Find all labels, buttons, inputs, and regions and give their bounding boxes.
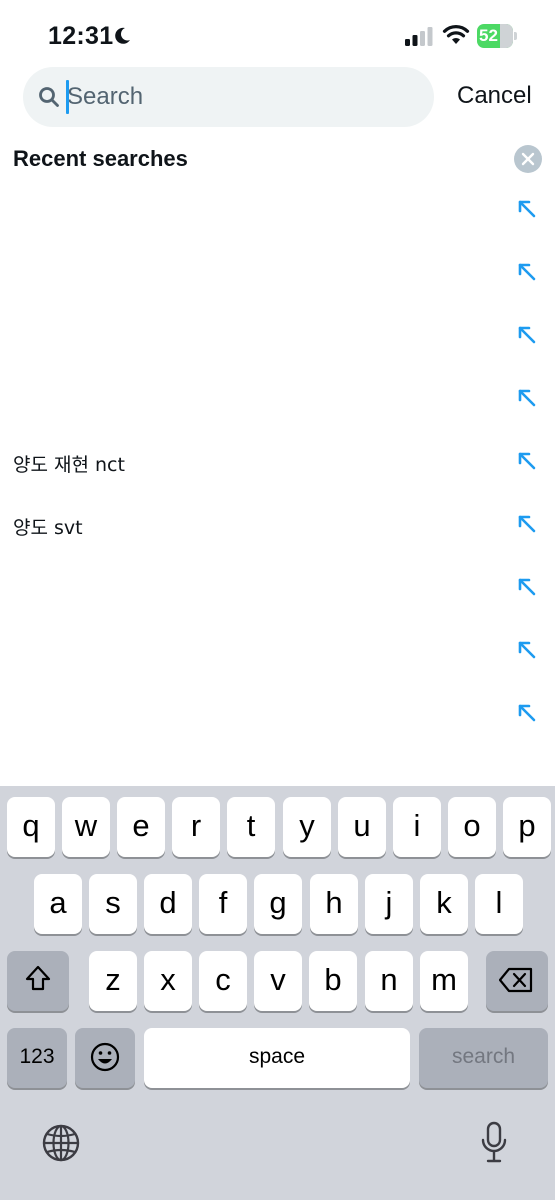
keyboard: qwertyuiop asdfghjkl zxcvbnm 123 space s…	[0, 786, 555, 1200]
shift-key[interactable]	[7, 951, 69, 1011]
recent-search-item[interactable]	[0, 570, 555, 610]
status-time: 12:31	[48, 22, 114, 50]
key-x[interactable]: x	[144, 951, 192, 1011]
key-f[interactable]: f	[199, 874, 247, 934]
key-q[interactable]: q	[7, 797, 55, 857]
status-bar: 12:31 52	[0, 0, 555, 70]
recent-search-item[interactable]	[0, 381, 555, 421]
moon-icon	[115, 27, 130, 44]
recent-search-item[interactable]	[0, 318, 555, 358]
arrow-up-left-icon[interactable]	[517, 703, 537, 723]
signal-icon	[405, 27, 433, 46]
key-h[interactable]: h	[310, 874, 358, 934]
key-v[interactable]: v	[254, 951, 302, 1011]
arrow-up-left-icon[interactable]	[517, 325, 537, 345]
backspace-key[interactable]	[486, 951, 548, 1011]
key-a[interactable]: a	[34, 874, 82, 934]
recent-search-item[interactable]: 양도 svt	[0, 507, 555, 547]
search-icon	[39, 87, 59, 107]
search-input[interactable]	[67, 77, 417, 117]
globe-icon[interactable]	[40, 1122, 82, 1164]
arrow-up-left-icon[interactable]	[517, 451, 537, 471]
key-p[interactable]: p	[503, 797, 551, 857]
recent-searches-title: Recent searches	[13, 146, 188, 171]
clear-recent-button[interactable]	[514, 145, 542, 173]
key-o[interactable]: o	[448, 797, 496, 857]
cancel-button[interactable]: Cancel	[457, 82, 532, 110]
arrow-up-left-icon[interactable]	[517, 577, 537, 597]
key-c[interactable]: c	[199, 951, 247, 1011]
arrow-up-left-icon[interactable]	[517, 199, 537, 219]
key-i[interactable]: i	[393, 797, 441, 857]
key-z[interactable]: z	[89, 951, 137, 1011]
key-m[interactable]: m	[420, 951, 468, 1011]
wifi-icon	[442, 25, 470, 44]
backspace-icon	[499, 967, 533, 993]
key-k[interactable]: k	[420, 874, 468, 934]
key-j[interactable]: j	[365, 874, 413, 934]
recent-search-item[interactable]: 양도 재현 nct	[0, 444, 555, 484]
key-b[interactable]: b	[309, 951, 357, 1011]
recent-search-item[interactable]	[0, 255, 555, 295]
arrow-up-left-icon[interactable]	[517, 388, 537, 408]
microphone-icon[interactable]	[480, 1120, 508, 1166]
key-t[interactable]: t	[227, 797, 275, 857]
key-l[interactable]: l	[475, 874, 523, 934]
numbers-key[interactable]: 123	[7, 1028, 67, 1088]
key-g[interactable]: g	[254, 874, 302, 934]
recent-search-item[interactable]	[0, 696, 555, 736]
arrow-up-left-icon[interactable]	[517, 640, 537, 660]
emoji-key[interactable]	[75, 1028, 135, 1088]
key-y[interactable]: y	[283, 797, 331, 857]
text-cursor	[66, 80, 69, 114]
key-u[interactable]: u	[338, 797, 386, 857]
close-icon	[521, 152, 535, 166]
key-s[interactable]: s	[89, 874, 137, 934]
arrow-up-left-icon[interactable]	[517, 514, 537, 534]
arrow-up-left-icon[interactable]	[517, 262, 537, 282]
emoji-icon	[90, 1042, 120, 1072]
key-w[interactable]: w	[62, 797, 110, 857]
shift-icon	[25, 965, 51, 991]
key-e[interactable]: e	[117, 797, 165, 857]
recent-search-label: 양도 재현 nct	[13, 454, 125, 476]
recent-search-item[interactable]	[0, 633, 555, 673]
recent-search-label: 양도 svt	[13, 517, 83, 539]
battery-level: 52	[479, 26, 498, 45]
space-key[interactable]: space	[144, 1028, 410, 1088]
key-d[interactable]: d	[144, 874, 192, 934]
key-n[interactable]: n	[365, 951, 413, 1011]
battery-icon: 52	[477, 24, 517, 48]
recent-search-item[interactable]	[0, 192, 555, 232]
key-r[interactable]: r	[172, 797, 220, 857]
search-return-key[interactable]: search	[419, 1028, 548, 1088]
search-screen: 12:31 52 Cancel	[0, 0, 555, 1200]
search-bar[interactable]	[23, 67, 434, 127]
